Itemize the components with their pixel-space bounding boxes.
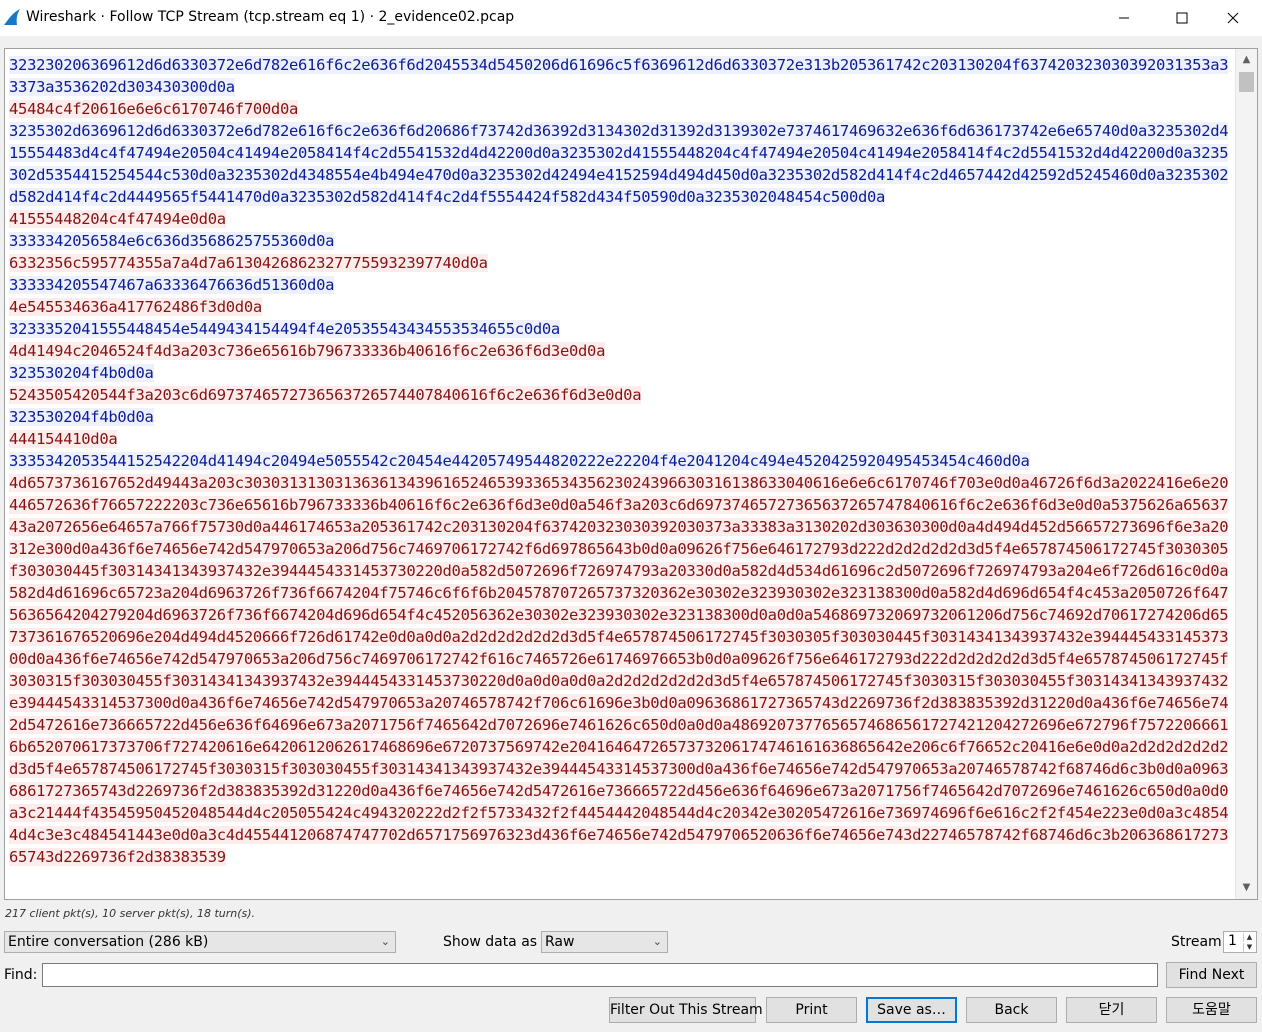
server-data-segment: 3235302d6369612d6d6330372e6d782e616f6c2e… bbox=[9, 122, 1229, 206]
stream-content-area[interactable]: 323230206369612d6d6330372e6d782e616f6c2e… bbox=[4, 48, 1258, 900]
conversation-select[interactable]: Entire conversation (286 kB) ⌄ bbox=[4, 931, 396, 953]
server-data-segment: 323530204f4b0d0a bbox=[9, 364, 154, 382]
stream-label: Stream bbox=[1171, 934, 1222, 950]
stream-number-spinbox[interactable]: 1 ▲ ▼ bbox=[1223, 931, 1257, 953]
minimize-button[interactable] bbox=[1095, 0, 1153, 36]
packet-summary: 217 client pkt(s), 10 server pkt(s), 18 … bbox=[5, 907, 256, 920]
save-as-button[interactable]: Save as… bbox=[866, 997, 957, 1023]
print-button[interactable]: Print bbox=[766, 997, 857, 1023]
maximize-button[interactable] bbox=[1153, 0, 1211, 36]
client-data-segment: 41555448204c4f47494e0d0a bbox=[9, 210, 226, 228]
client-data-segment: 4d41494c2046524f4d3a203c736e65616b796733… bbox=[9, 342, 606, 360]
help-button[interactable]: 도움말 bbox=[1166, 997, 1257, 1023]
find-next-button[interactable]: Find Next bbox=[1166, 962, 1257, 988]
client-data-segment: 45484c4f20616e6e6c6170746f700d0a bbox=[9, 100, 299, 118]
server-data-segment: 333334205547467a63336476636d51360d0a bbox=[9, 276, 335, 294]
server-data-segment: 323530204f4b0d0a bbox=[9, 408, 154, 426]
show-data-select[interactable]: Raw ⌄ bbox=[541, 931, 668, 953]
server-data-segment: 3233352041555448454e5449434154494f4e2053… bbox=[9, 320, 560, 338]
server-data-segment: 3335342053544152542204d41494c20494e50555… bbox=[9, 452, 1030, 470]
scroll-down-icon[interactable]: ▼ bbox=[1240, 881, 1253, 895]
close-button[interactable]: 닫기 bbox=[1066, 997, 1157, 1023]
vertical-scrollbar[interactable]: ▲ ▼ bbox=[1235, 49, 1257, 899]
chevron-down-icon: ⌄ bbox=[380, 935, 390, 948]
filter-out-stream-button[interactable]: Filter Out This Stream bbox=[609, 997, 763, 1023]
scroll-up-icon[interactable]: ▲ bbox=[1240, 53, 1253, 67]
close-icon bbox=[1227, 12, 1239, 24]
client-data-segment: 4d6573736167652d49443a203c30303131303136… bbox=[9, 474, 1229, 866]
scrollbar-thumb[interactable] bbox=[1239, 72, 1254, 92]
wireshark-fin-icon bbox=[4, 9, 20, 25]
find-label: Find: bbox=[4, 967, 38, 983]
spin-up-icon[interactable]: ▲ bbox=[1243, 933, 1255, 942]
client-data-segment: 444154410d0a bbox=[9, 430, 118, 448]
conversation-select-value: Entire conversation (286 kB) bbox=[8, 934, 209, 950]
spin-down-icon[interactable]: ▼ bbox=[1243, 943, 1255, 952]
show-data-value: Raw bbox=[545, 934, 575, 950]
window-title: Wireshark · Follow TCP Stream (tcp.strea… bbox=[26, 9, 515, 25]
maximize-icon bbox=[1176, 12, 1188, 24]
stream-number-value: 1 bbox=[1228, 933, 1237, 949]
minimize-icon bbox=[1119, 17, 1129, 19]
client-data-segment: 6332356c595774355a7a4d7a6130426862327775… bbox=[9, 254, 488, 272]
server-data-segment: 3333342056584e6c636d3568625755360d0a bbox=[9, 232, 335, 250]
client-data-segment: 5243505420544f3a203c6d697374657273656372… bbox=[9, 386, 642, 404]
chevron-down-icon: ⌄ bbox=[652, 935, 662, 948]
back-button[interactable]: Back bbox=[966, 997, 1057, 1023]
title-bar: Wireshark · Follow TCP Stream (tcp.strea… bbox=[0, 0, 1262, 36]
stream-text: 323230206369612d6d6330372e6d782e616f6c2e… bbox=[9, 54, 1231, 868]
close-window-button[interactable] bbox=[1204, 0, 1262, 36]
find-input[interactable] bbox=[42, 963, 1158, 987]
client-data-segment: 4e545534636a417762486f3d0d0a bbox=[9, 298, 262, 316]
show-data-label: Show data as bbox=[443, 934, 538, 950]
server-data-segment: 323230206369612d6d6330372e6d782e616f6c2e… bbox=[9, 56, 1229, 96]
